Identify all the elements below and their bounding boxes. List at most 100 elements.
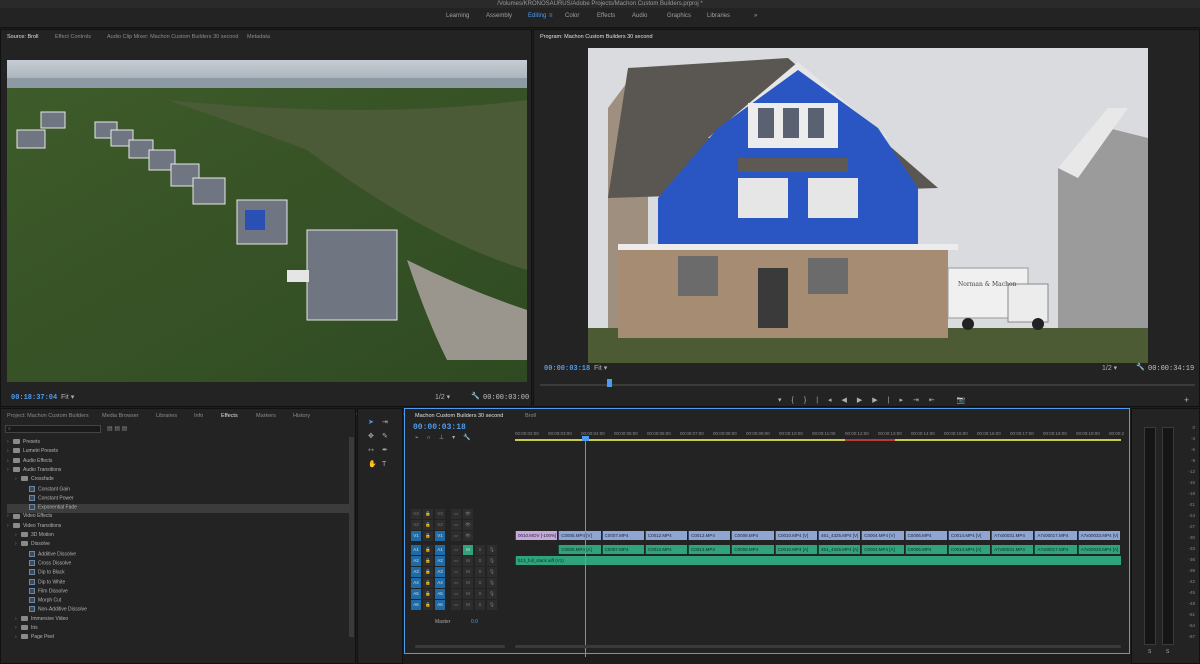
solo-button[interactable]: S [475,589,485,599]
track-target-a5[interactable]: A5 [435,589,445,599]
razor-tool-icon[interactable]: ✎ [382,433,388,440]
workspace-tab-color[interactable]: Color [565,13,579,19]
type-tool-icon[interactable]: T [382,461,386,468]
effects-tree-item[interactable]: Constant Gain [7,485,351,495]
effects-tree-item[interactable]: › Iris [7,625,351,634]
sync-lock-icon[interactable]: ▭ [451,520,461,530]
source-settings-icon[interactable]: 🔧 [471,393,480,400]
track-target-v2[interactable]: V2 [435,520,445,530]
source-patch-a2[interactable]: A2 [411,556,421,566]
sync-lock-icon[interactable]: ▭ [451,545,461,555]
source-tab-0[interactable]: Source: Broll [7,34,39,40]
timeline-tab-sequence[interactable]: Machon Custom Builders 30 second [415,413,503,419]
video-clip[interactable]: C0006.MP4 [904,531,947,540]
audio-clip[interactable]: C0014.MP4 [A] [947,545,991,554]
selection-tool-icon[interactable]: ➤ [368,419,374,426]
audio-clip[interactable]: A7x00031.MP4 [991,545,1034,554]
video-clip[interactable]: A7x00033.MP4 [V] [1077,531,1120,540]
effects-scrollbar[interactable] [349,437,354,637]
lock-icon[interactable]: 🔒 [423,589,433,599]
effects-tree-item[interactable]: › Immersive Video [7,616,351,625]
lock-icon[interactable]: 🔒 [423,578,433,588]
source-patch-a1[interactable]: A1 [411,545,421,555]
track-select-tool-icon[interactable]: ⇥ [382,419,388,426]
audio-clip[interactable]: 461_4325.MP4 [A] [818,545,861,554]
project-tab-history[interactable]: History [293,413,310,419]
program-resolution-select[interactable]: 1/2 ▾ [1102,365,1117,372]
source-tab-1[interactable]: Effect Controls [55,34,91,40]
sync-lock-icon[interactable]: ▭ [451,556,461,566]
effects-tree-item[interactable]: › Lumetri Presets [7,448,351,457]
source-fit-select[interactable]: Fit ▾ [61,394,74,401]
effects-filter-icons[interactable]: ▤ ▤ ▤ [107,425,127,432]
solo-button[interactable]: S [475,567,485,577]
source-patch-a3[interactable]: A3 [411,567,421,577]
lock-icon[interactable]: 🔒 [423,545,433,555]
ripple-edit-tool-icon[interactable]: ✥ [368,433,374,440]
workspace-tab-editing[interactable]: Editing [528,13,546,19]
video-clip[interactable]: C0010.MP4 [V] [774,531,817,540]
mute-button[interactable]: M [463,600,473,610]
effects-tree-item[interactable]: Non-Additive Dissolve [7,606,351,615]
video-clip[interactable]: C0005.MP4 [V] [558,531,601,540]
source-patch-a5[interactable]: A5 [411,589,421,599]
video-clip[interactable]: C0004.MP4 [V] [861,531,904,540]
workspace-tab-learning[interactable]: Learning [446,13,469,19]
project-tab-info[interactable]: Info [194,413,203,419]
workspaces-overflow-button[interactable]: » [754,13,757,19]
mic-icon[interactable]: 🎙 [487,589,497,599]
lock-icon[interactable]: 🔒 [423,556,433,566]
program-tab[interactable]: Program: Machon Custom Builders 30 secon… [540,34,653,40]
timeline-timecode[interactable]: 00:00:03:18 [413,423,466,432]
track-target-a6[interactable]: A6 [435,600,445,610]
eye-icon[interactable]: 👁 [463,520,473,530]
timeline-playhead-handle[interactable] [582,436,589,441]
program-add-button[interactable]: + [1184,396,1189,405]
lock-icon[interactable]: 🔒 [423,509,433,519]
mic-icon[interactable]: 🎙 [487,567,497,577]
mute-button[interactable]: M [463,589,473,599]
master-track-value[interactable]: 0.0 [471,619,478,625]
lock-icon[interactable]: 🔒 [423,567,433,577]
effects-tree-item[interactable]: Film Dissolve [7,587,351,597]
track-target-a4[interactable]: A4 [435,578,445,588]
video-clip[interactable]: 0010.MOV [-100%] [515,531,558,540]
mute-button[interactable]: M [463,556,473,566]
timeline-playhead[interactable] [585,437,586,657]
video-clip[interactable]: C0007.MP4 [601,531,644,540]
mute-button[interactable]: M [463,567,473,577]
effects-tree-item[interactable]: › Video Transitions [7,523,351,532]
effects-tree-item[interactable]: › Crossfade [7,476,351,485]
audio-clip[interactable]: A7x00033.MP4 [A] [1077,545,1120,554]
solo-button[interactable]: S [475,545,485,555]
meter-solo-right[interactable]: S [1166,649,1169,655]
track-target-a2[interactable]: A2 [435,556,445,566]
solo-button[interactable]: S [475,578,485,588]
video-clip[interactable]: A7x00017.MP4 [1034,531,1077,540]
solo-button[interactable]: S [475,600,485,610]
program-playhead[interactable] [607,379,612,387]
audio-clip[interactable]: A7x00017.MP4 [1034,545,1077,554]
sync-lock-icon[interactable]: ▭ [451,509,461,519]
mute-button[interactable]: M [463,545,473,555]
track-target-a3[interactable]: A3 [435,567,445,577]
audio-clip[interactable]: C0007.MP4 [601,545,644,554]
eye-icon[interactable]: 👁 [463,531,473,541]
lock-icon[interactable]: 🔒 [423,531,433,541]
effects-tree-item[interactable]: › Audio Effects [7,458,351,467]
project-tab-project-machon-custom-builders[interactable]: Project: Machon Custom Builders [7,413,89,419]
sync-lock-icon[interactable]: ▭ [451,567,461,577]
video-clip[interactable]: C0012.MP4 [644,531,688,540]
workspace-tab-assembly[interactable]: Assembly [486,13,512,19]
effects-tree-item[interactable]: Dip to White [7,578,351,588]
music-clip[interactable]: 513_full_stack.aiff (V1) [515,556,1121,565]
pen-tool-icon[interactable]: ✒ [382,447,388,454]
track-target-v3[interactable]: V3 [435,509,445,519]
audio-clip[interactable]: C0012.MP4 [644,545,688,554]
hand-tool-icon[interactable]: ✋ [368,461,377,468]
timeline-tab-broll[interactable]: Broll [525,413,536,419]
project-tab-markers[interactable]: Markers [256,413,276,419]
work-area-bar[interactable] [515,439,1121,441]
track-target-a1[interactable]: A1 [435,545,445,555]
workspace-tab-libraries[interactable]: Libraries [707,13,730,19]
